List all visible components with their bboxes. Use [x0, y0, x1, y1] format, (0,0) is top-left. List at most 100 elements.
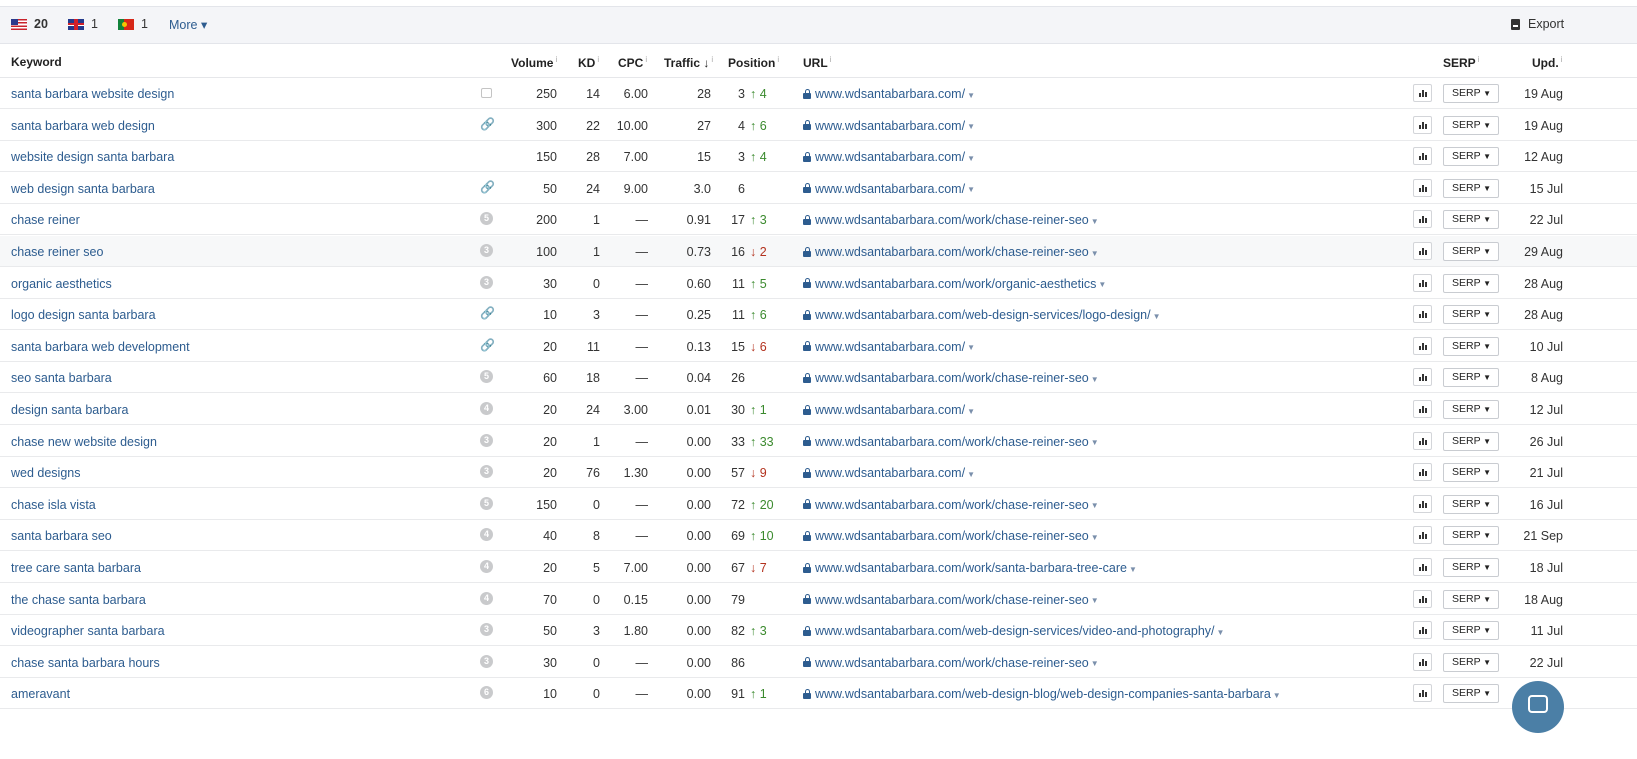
chevron-down-icon[interactable]: ▼ [1129, 565, 1137, 574]
serp-dropdown-button[interactable]: SERP ▼ [1443, 494, 1499, 514]
serp-features-count-badge[interactable]: 5 [480, 496, 493, 510]
keyword-link[interactable]: chase new website design [11, 435, 157, 449]
serp-dropdown-button[interactable]: SERP ▼ [1443, 684, 1499, 704]
info-icon[interactable]: i [597, 55, 599, 64]
position-history-chart-button[interactable] [1413, 684, 1432, 703]
serp-dropdown-button[interactable]: SERP ▼ [1443, 621, 1499, 641]
url-link[interactable]: www.wdsantabarbara.com/work/chase-reiner… [803, 656, 1099, 670]
chevron-down-icon[interactable]: ▼ [1091, 217, 1099, 226]
keyword-link[interactable]: web design santa barbara [11, 182, 155, 196]
header-updated[interactable]: Upd. i [1532, 55, 1562, 70]
url-link[interactable]: www.wdsantabarbara.com/work/santa-barbar… [803, 561, 1137, 575]
serp-features-count-badge[interactable]: 3 [480, 244, 493, 257]
keyword-link[interactable]: logo design santa barbara [11, 308, 156, 322]
position-history-chart-button[interactable] [1413, 273, 1432, 292]
more-countries-button[interactable]: More ▾ [169, 17, 207, 32]
keyword-link[interactable]: chase reiner [11, 213, 80, 227]
chevron-down-icon[interactable]: ▼ [967, 407, 975, 416]
keyword-link[interactable]: santa barbara seo [11, 529, 112, 543]
serp-dropdown-button[interactable]: SERP ▼ [1443, 305, 1499, 325]
position-history-chart-button[interactable] [1413, 652, 1432, 671]
position-history-chart-button[interactable] [1413, 589, 1432, 608]
url-link[interactable]: www.wdsantabarbara.com/web-design-blog/w… [803, 687, 1281, 701]
position-history-chart-button[interactable] [1413, 242, 1432, 260]
keyword-link[interactable]: chase reiner seo [11, 245, 103, 259]
chevron-down-icon[interactable]: ▼ [967, 185, 975, 194]
url-link[interactable]: www.wdsantabarbara.com/▼ [803, 340, 975, 354]
serp-features-count-badge[interactable]: 3 [480, 465, 493, 479]
url-link[interactable]: www.wdsantabarbara.com/work/chase-reiner… [803, 529, 1099, 543]
serp-dropdown-button[interactable]: SERP ▼ [1443, 210, 1499, 230]
chevron-down-icon[interactable]: ▼ [1091, 249, 1099, 258]
keyword-link[interactable]: the chase santa barbara [11, 593, 146, 607]
position-history-chart-button[interactable] [1413, 431, 1432, 450]
url-link[interactable]: www.wdsantabarbara.com/work/chase-reiner… [803, 371, 1099, 385]
chevron-down-icon[interactable]: ▼ [967, 91, 975, 100]
url-link[interactable]: www.wdsantabarbara.com/work/chase-reiner… [803, 245, 1099, 259]
header-keyword[interactable]: Keyword [11, 55, 62, 69]
position-history-chart-button[interactable] [1413, 494, 1432, 513]
serp-features-count-badge[interactable]: 4 [480, 560, 493, 573]
position-history-chart-button[interactable] [1413, 210, 1432, 229]
url-link[interactable]: www.wdsantabarbara.com/▼ [803, 466, 975, 480]
serp-dropdown-button[interactable]: SERP ▼ [1443, 178, 1499, 198]
info-icon[interactable]: i [830, 55, 832, 64]
serp-features-count-badge[interactable]: 6 [480, 686, 493, 700]
keyword-link[interactable]: wed designs [11, 466, 81, 480]
url-link[interactable]: www.wdsantabarbara.com/▼ [803, 119, 975, 133]
position-history-chart-button[interactable] [1413, 178, 1432, 197]
keyword-link[interactable]: santa barbara web development [11, 340, 190, 354]
keyword-link[interactable]: ameravant [11, 687, 70, 701]
chevron-down-icon[interactable]: ▼ [1273, 691, 1281, 700]
url-link[interactable]: www.wdsantabarbara.com/work/chase-reiner… [803, 593, 1099, 607]
info-icon[interactable]: i [555, 55, 557, 64]
serp-features-count-badge[interactable]: 4 [480, 528, 493, 542]
serp-features-count-badge[interactable]: 3 [480, 433, 493, 447]
position-history-chart-button[interactable] [1413, 336, 1432, 355]
chevron-down-icon[interactable]: ▼ [967, 470, 975, 479]
position-history-chart-button[interactable] [1413, 305, 1432, 324]
serp-dropdown-button[interactable]: SERP ▼ [1443, 242, 1499, 261]
serp-dropdown-button[interactable]: SERP ▼ [1443, 273, 1499, 293]
position-history-chart-button[interactable] [1413, 463, 1432, 482]
url-link[interactable]: www.wdsantabarbara.com/web-design-servic… [803, 308, 1161, 322]
header-url[interactable]: URL i [803, 55, 831, 70]
header-volume[interactable]: Volume i [511, 55, 557, 70]
export-button[interactable]: Export [1511, 17, 1564, 31]
serp-dropdown-button[interactable]: SERP ▼ [1443, 589, 1499, 609]
serp-dropdown-button[interactable]: SERP ▼ [1443, 147, 1499, 167]
serp-dropdown-button[interactable]: SERP ▼ [1443, 84, 1499, 103]
chat-launcher-button[interactable] [1512, 681, 1564, 733]
url-link[interactable]: www.wdsantabarbara.com/work/chase-reiner… [803, 435, 1099, 449]
serp-dropdown-button[interactable]: SERP ▼ [1443, 652, 1499, 672]
chevron-down-icon[interactable]: ▼ [1091, 596, 1099, 605]
url-link[interactable]: www.wdsantabarbara.com/▼ [803, 87, 975, 101]
position-history-chart-button[interactable] [1413, 400, 1432, 418]
keyword-link[interactable]: santa barbara web design [11, 119, 155, 133]
serp-features-count-badge[interactable]: 4 [480, 402, 493, 415]
header-cpc[interactable]: CPC i [618, 55, 647, 70]
serp-dropdown-button[interactable]: SERP ▼ [1443, 463, 1499, 483]
serp-features-count-badge[interactable]: 3 [480, 623, 493, 637]
serp-features-count-badge[interactable]: 5 [480, 370, 493, 384]
keyword-link[interactable]: santa barbara website design [11, 87, 174, 101]
chevron-down-icon[interactable]: ▼ [1217, 628, 1225, 637]
url-link[interactable]: www.wdsantabarbara.com/work/chase-reiner… [803, 213, 1099, 227]
info-icon[interactable]: i [1561, 55, 1563, 64]
keyword-link[interactable]: website design santa barbara [11, 150, 174, 164]
info-icon[interactable]: i [645, 55, 647, 64]
position-history-chart-button[interactable] [1413, 526, 1432, 545]
serp-dropdown-button[interactable]: SERP ▼ [1443, 115, 1499, 135]
serp-dropdown-button[interactable]: SERP ▼ [1443, 400, 1499, 419]
position-history-chart-button[interactable] [1413, 621, 1432, 640]
chevron-down-icon[interactable]: ▼ [1091, 438, 1099, 447]
header-position[interactable]: Position i [728, 55, 779, 70]
header-kd[interactable]: KD i [578, 55, 599, 70]
chevron-down-icon[interactable]: ▼ [1091, 375, 1099, 384]
keyword-link[interactable]: seo santa barbara [11, 371, 112, 385]
keyword-link[interactable]: chase santa barbara hours [11, 656, 160, 670]
position-history-chart-button[interactable] [1413, 558, 1432, 576]
chevron-down-icon[interactable]: ▼ [967, 343, 975, 352]
url-link[interactable]: www.wdsantabarbara.com/work/organic-aest… [803, 277, 1106, 291]
url-link[interactable]: www.wdsantabarbara.com/▼ [803, 150, 975, 164]
